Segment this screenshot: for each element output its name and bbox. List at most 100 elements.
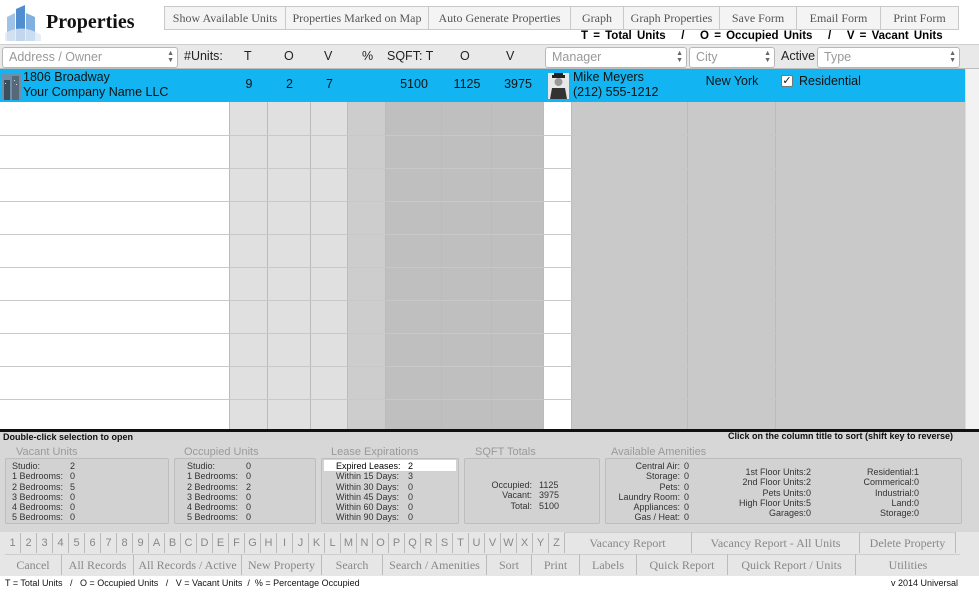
search-amenities-button[interactable]: Search / Amenities — [383, 554, 487, 575]
print-form-button[interactable]: Print Form — [881, 7, 958, 29]
table-scrollbar[interactable] — [965, 69, 979, 429]
units-occupied: 2 — [286, 77, 293, 91]
spinner-icon[interactable]: ▲ ▼ — [167, 50, 174, 64]
sqft-totals-title: SQFT Totals — [475, 446, 536, 458]
letter-index-i[interactable]: I — [277, 533, 293, 553]
show-available-units-button[interactable]: Show Available Units — [165, 7, 286, 29]
letter-index-u[interactable]: U — [469, 533, 485, 553]
letter-index-j[interactable]: J — [293, 533, 309, 553]
occupied-labels: Studio: 1 Bedrooms: 2 Bedrooms: 3 Bedrooms:… — [187, 461, 239, 523]
letter-index-5[interactable]: 5 — [69, 533, 85, 553]
email-form-button[interactable]: Email Form — [797, 7, 881, 29]
letter-index-8[interactable]: 8 — [117, 533, 133, 553]
units-v-column-title[interactable]: V — [324, 49, 332, 63]
table-row[interactable]: 1806 Broadway Your Company Name LLC 9 2 … — [0, 69, 965, 102]
sort-button[interactable]: Sort — [487, 554, 532, 575]
units-legend: T = Total Units / O = Occupied Units / V… — [581, 30, 943, 42]
letter-index-m[interactable]: M — [341, 533, 357, 553]
address-owner-placeholder: Address / Owner — [9, 50, 103, 64]
properties-marked-on-map-button[interactable]: Properties Marked on Map — [286, 7, 429, 29]
units-column-title[interactable]: #Units: — [184, 49, 223, 63]
sqft-o-column-title[interactable]: O — [460, 49, 470, 63]
letter-index-y[interactable]: Y — [533, 533, 549, 553]
type-values: 10000 — [914, 467, 920, 519]
letter-index-k[interactable]: K — [309, 533, 325, 553]
letter-index-w[interactable]: W — [501, 533, 517, 553]
all-records-button[interactable]: All Records — [62, 554, 134, 575]
letter-index-z[interactable]: Z — [549, 533, 565, 553]
letter-index-p[interactable]: P — [389, 533, 405, 553]
property-type: Residential — [799, 74, 861, 88]
graph-button[interactable]: Graph — [571, 7, 624, 29]
letter-index-7[interactable]: 7 — [101, 533, 117, 553]
address-owner-filter[interactable]: Address / Owner ▲ ▼ — [2, 47, 178, 68]
letter-index-o[interactable]: O — [373, 533, 389, 553]
labels-button[interactable]: Labels — [580, 554, 637, 575]
manager-placeholder: Manager — [552, 50, 602, 64]
letter-index-g[interactable]: G — [245, 533, 261, 553]
type-filter[interactable]: Type ▲ ▼ — [817, 47, 960, 68]
letter-index-b[interactable]: B — [165, 533, 181, 553]
city-filter[interactable]: City ▲ ▼ — [689, 47, 775, 68]
spinner-icon[interactable]: ▲ ▼ — [949, 50, 956, 64]
letter-index-3[interactable]: 3 — [37, 533, 53, 553]
units-o-column-title[interactable]: O — [284, 49, 294, 63]
letter-index-x[interactable]: X — [517, 533, 533, 553]
available-amenities-box: Central Air: Storage: Pets: Laundry Room: Ap… — [605, 458, 962, 524]
search-button[interactable]: Search — [322, 554, 383, 575]
letter-index-9[interactable]: 9 — [133, 533, 149, 553]
letter-index-l[interactable]: L — [325, 533, 341, 553]
units-vacant: 7 — [326, 77, 333, 91]
letter-index-d[interactable]: D — [197, 533, 213, 553]
units-t-column-title[interactable]: T — [244, 49, 252, 63]
units-total: 9 — [245, 77, 253, 91]
letter-index-t[interactable]: T — [453, 533, 469, 553]
letter-index-q[interactable]: Q — [405, 533, 421, 553]
vacant-units-title: Vacant Units — [16, 446, 78, 458]
letter-index-n[interactable]: N — [357, 533, 373, 553]
cancel-button[interactable]: Cancel — [5, 554, 62, 575]
letter-index-4[interactable]: 4 — [53, 533, 69, 553]
letter-index-v[interactable]: V — [485, 533, 501, 553]
auto-generate-properties-button[interactable]: Auto Generate Properties — [429, 7, 571, 29]
sqft-vacant: 3975 — [504, 77, 532, 91]
letter-index-f[interactable]: F — [229, 533, 245, 553]
letter-index-r[interactable]: R — [421, 533, 437, 553]
manager-filter[interactable]: Manager ▲ ▼ — [545, 47, 687, 68]
letter-index-h[interactable]: H — [261, 533, 277, 553]
percent-column-title[interactable]: % — [362, 49, 373, 63]
column-header-bar: Address / Owner ▲ ▼ #Units: T O V % SQFT: … — [0, 44, 979, 69]
delete-property-button[interactable]: Delete Property — [860, 532, 956, 553]
save-form-button[interactable]: Save Form — [720, 7, 797, 29]
print-button[interactable]: Print — [532, 554, 580, 575]
occupied-units-box: Studio: 1 Bedrooms: 2 Bedrooms: 3 Bedrooms:… — [174, 458, 316, 524]
graph-properties-button[interactable]: Graph Properties — [624, 7, 720, 29]
vacancy-report-button[interactable]: Vacancy Report — [564, 532, 692, 553]
letter-index-c[interactable]: C — [181, 533, 197, 553]
building-thumbnail-icon — [2, 74, 21, 100]
letter-index-2[interactable]: 2 — [21, 533, 37, 553]
utilities-button[interactable]: Utilities — [856, 554, 960, 575]
sqft-v-column-title[interactable]: V — [506, 49, 514, 63]
letter-index-a[interactable]: A — [149, 533, 165, 553]
lease-labels: Expired Leases: Within 15 Days: Within 30 … — [336, 461, 401, 523]
vacant-labels: Studio: 1 Bedrooms: 2 Bedrooms: 3 Bedrooms:… — [12, 461, 64, 523]
bottom-button-bar: 123456789ABCDEFGHIJKLMNOPQRSTUVWXYZ Vaca… — [0, 532, 979, 576]
letter-index-s[interactable]: S — [437, 533, 453, 553]
letter-index-1[interactable]: 1 — [5, 533, 21, 553]
sqft-t-column-title[interactable]: SQFT: T — [387, 49, 433, 63]
spinner-icon[interactable]: ▲ ▼ — [676, 50, 683, 64]
letter-index-e[interactable]: E — [213, 533, 229, 553]
all-records-active-button[interactable]: All Records / Active — [134, 554, 242, 575]
active-column-title[interactable]: Active — [781, 49, 815, 63]
vacancy-report-all-units-button[interactable]: Vacancy Report - All Units — [692, 532, 860, 553]
spinner-icon[interactable]: ▲ ▼ — [764, 50, 771, 64]
manager-avatar — [548, 73, 569, 99]
sort-hint: Click on the column title to sort (shift… — [727, 431, 953, 441]
footer: T = Total Units / O = Occupied Units / V… — [0, 576, 979, 605]
quick-report-button[interactable]: Quick Report — [637, 554, 728, 575]
quick-report-units-button[interactable]: Quick Report / Units — [728, 554, 856, 575]
letter-index-6[interactable]: 6 — [85, 533, 101, 553]
active-checkbox[interactable]: ✓ — [781, 75, 793, 87]
new-property-button[interactable]: New Property — [242, 554, 322, 575]
